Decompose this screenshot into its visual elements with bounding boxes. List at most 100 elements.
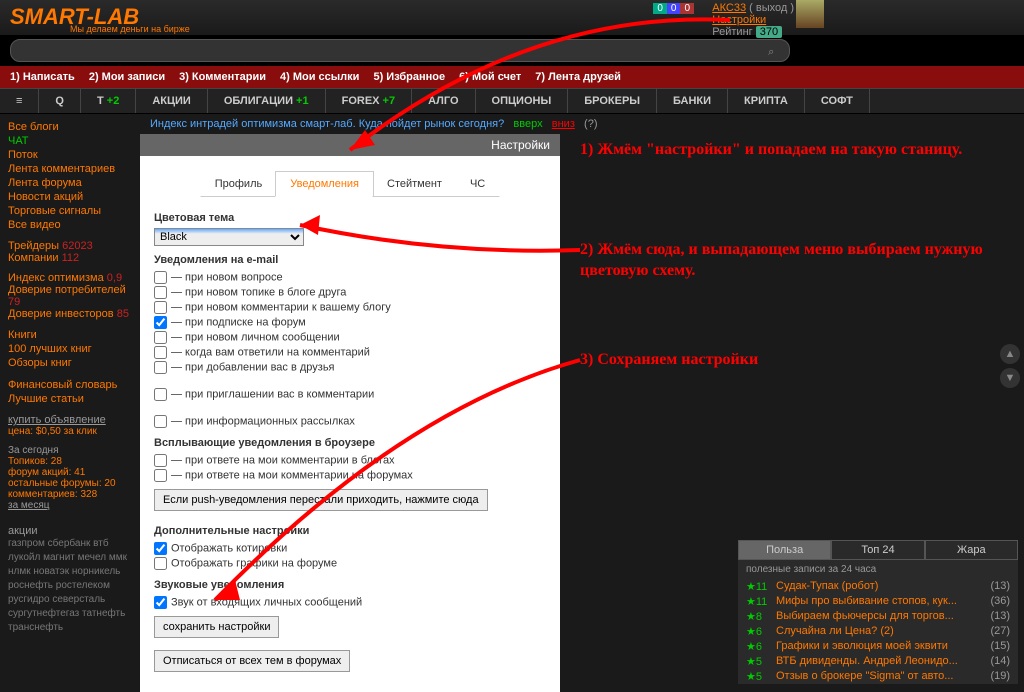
vote-up[interactable]: вверх (513, 118, 542, 130)
red-nav: 1) Написать 2) Мои записи 3) Комментарии 4)… (0, 66, 1024, 88)
stat-companies[interactable]: Компании 112 (8, 252, 132, 264)
rb-item-6[interactable]: ★5Отзыв о брокере "Sigma" от авто...(19) (738, 669, 1018, 684)
stat-dov2[interactable]: Доверие инвесторов 85 (8, 308, 132, 320)
settings-tab-3[interactable]: ЧС (455, 171, 500, 197)
scroll-up-icon[interactable]: ▲ (1000, 344, 1020, 364)
settings-tab-0[interactable]: Профиль (200, 171, 278, 197)
mainnav-item-0[interactable]: ≡ (0, 89, 39, 113)
rb-tab-2[interactable]: Жара (925, 540, 1018, 560)
mainnav-item-6[interactable]: АЛГО (412, 89, 475, 113)
left-link-5[interactable]: Новости акций (8, 190, 132, 204)
tags-cloud[interactable]: газпром сбербанк втб лукойл магнит мечел… (8, 537, 132, 635)
mainnav-item-3[interactable]: АКЦИИ (136, 89, 208, 113)
left-link-4[interactable]: Лента форума (8, 176, 132, 190)
mainnav-item-5[interactable]: FOREX +7 (326, 89, 413, 113)
user-box: АКС33 ( выход ) Настройки Рейтинг 370 (712, 2, 794, 38)
rednav-item-2[interactable]: 3) Комментарии (179, 71, 266, 83)
panel-header: Настройки (140, 134, 560, 156)
mainnav-item-9[interactable]: БАНКИ (657, 89, 728, 113)
book-link-1[interactable]: Обзоры книг (8, 356, 132, 370)
left-link-2[interactable]: Поток (8, 148, 132, 162)
rb-item-5[interactable]: ★5ВТБ дивиденды. Андрей Леонидо...(14) (738, 654, 1018, 669)
popup-opt-0[interactable]: — при ответе на мои комментарии в блогах (154, 453, 546, 468)
rb-item-2[interactable]: ★8Выбираем фьючерсы для торгов...(13) (738, 609, 1018, 624)
theme-select[interactable]: Black (154, 228, 304, 246)
rb-tab-0[interactable]: Польза (738, 540, 831, 560)
settings-tab-2[interactable]: Стейтмент (372, 171, 457, 197)
left-link-7[interactable]: Все видео (8, 218, 132, 232)
save-button[interactable]: сохранить настройки (154, 616, 279, 638)
rb-item-0[interactable]: ★11Судак-Тупак (робот)(13) (738, 579, 1018, 594)
rb-tab-1[interactable]: Топ 24 (831, 540, 924, 560)
badge-3[interactable]: 0 (680, 3, 694, 14)
rb-item-4[interactable]: ★6Графики и эволюция моей эквити(15) (738, 639, 1018, 654)
stat-dov1[interactable]: Доверие потребителей 79 (8, 284, 132, 308)
search-icon[interactable]: ⌕ (768, 46, 774, 59)
rb-item-3[interactable]: ★6Случайна ли Цена? (2)(27) (738, 624, 1018, 639)
mainnav-item-11[interactable]: СОФТ (805, 89, 870, 113)
fin-link-1[interactable]: Лучшие статьи (8, 392, 132, 406)
email-opt-2[interactable]: — при новом комментарии к вашему блогу (154, 300, 546, 315)
books-header: Книги (8, 328, 132, 342)
topic-line: Индекс интрадей оптимизма смарт-лаб. Куд… (140, 114, 1024, 134)
badge-2[interactable]: 0 (667, 3, 681, 14)
fin-link-0[interactable]: Финансовый словарь (8, 378, 132, 392)
badge-1[interactable]: 0 (653, 3, 667, 14)
email-opt-1[interactable]: — при новом топике в блоге друга (154, 285, 546, 300)
sound-header: Звуковые уведомления (154, 579, 546, 591)
rednav-item-6[interactable]: 7) Лента друзей (535, 71, 621, 83)
scroll-down-icon[interactable]: ▼ (1000, 368, 1020, 388)
topic-link[interactable]: Индекс интрадей оптимизма смарт-лаб. Куд… (150, 118, 504, 130)
mainnav-item-2[interactable]: T +2 (81, 89, 136, 113)
mainnav-item-10[interactable]: КРИПТА (728, 89, 805, 113)
mainnav-item-8[interactable]: БРОКЕРЫ (568, 89, 657, 113)
rb-item-1[interactable]: ★11Мифы про выбивание стопов, кук...(36) (738, 594, 1018, 609)
logout-link[interactable]: ( выход ) (749, 2, 794, 14)
settings-link[interactable]: Настройки (712, 14, 766, 26)
username-link[interactable]: АКС33 (712, 2, 746, 14)
help-icon[interactable]: (?) (584, 118, 597, 130)
rednav-item-0[interactable]: 1) Написать (10, 71, 75, 83)
rednav-item-5[interactable]: 6) Мой счет (459, 71, 521, 83)
stat-traders[interactable]: Трейдеры 62023 (8, 240, 132, 252)
email-header: Уведомления на e-mail (154, 254, 546, 266)
rednav-item-4[interactable]: 5) Избранное (373, 71, 445, 83)
popup-opt-1[interactable]: — при ответе на мои комментарии на форум… (154, 468, 546, 483)
search-input[interactable] (10, 39, 790, 62)
email-opt-5[interactable]: — когда вам ответили на комментарий (154, 345, 546, 360)
email-opt-3[interactable]: — при подписке на форум (154, 315, 546, 330)
email-opt-4[interactable]: — при новом личном сообщении (154, 330, 546, 345)
rating-value: 370 (756, 26, 782, 38)
email-opt-6[interactable]: — при добавлении вас в друзья (154, 360, 546, 375)
left-link-0[interactable]: Все блоги (8, 120, 132, 134)
info-opt[interactable]: — при информационных рассылках (154, 414, 546, 429)
main-nav: ≡QT +2АКЦИИОБЛИГАЦИИ +1FOREX +7АЛГООПЦИО… (0, 88, 1024, 114)
rednav-item-3[interactable]: 4) Мои ссылки (280, 71, 359, 83)
invite-opt[interactable]: — при приглашении вас в комментарии (154, 387, 546, 402)
unsubscribe-button[interactable]: Отписаться от всех тем в форумах (154, 650, 350, 672)
mainnav-item-4[interactable]: ОБЛИГАЦИИ +1 (208, 89, 326, 113)
vote-down[interactable]: вниз (552, 118, 575, 130)
left-link-1[interactable]: ЧАТ (8, 134, 132, 148)
mainnav-item-1[interactable]: Q (39, 89, 81, 113)
buy-ad-link[interactable]: купить объявление (8, 414, 106, 426)
sound-opt-0[interactable]: Звук от входящих личных сообщений (154, 595, 546, 610)
avatar[interactable] (796, 0, 824, 28)
left-link-3[interactable]: Лента комментариев (8, 162, 132, 176)
month-link[interactable]: за месяц (8, 500, 50, 511)
extra-opt-0[interactable]: Отображать котировки (154, 541, 546, 556)
email-opt-0[interactable]: — при новом вопросе (154, 270, 546, 285)
push-button[interactable]: Если push-уведомления перестали приходит… (154, 489, 488, 511)
rednav-item-1[interactable]: 2) Мои записи (89, 71, 165, 83)
left-link-6[interactable]: Торговые сигналы (8, 204, 132, 218)
theme-label: Цветовая тема (154, 212, 546, 224)
settings-tabs: ПрофильУведомленияСтейтментЧС (140, 171, 560, 197)
book-link-0[interactable]: 100 лучших книг (8, 342, 132, 356)
stat-idx[interactable]: Индекс оптимизма 0,9 (8, 272, 132, 284)
rating-label: Рейтинг (712, 26, 752, 38)
today-stats: За сегодняТопиков: 28форум акций: 41оста… (8, 445, 132, 511)
extra-header: Дополнительные настройки (154, 525, 546, 537)
settings-tab-1[interactable]: Уведомления (275, 171, 374, 197)
mainnav-item-7[interactable]: ОПЦИОНЫ (476, 89, 569, 113)
extra-opt-1[interactable]: Отображать графики на форуме (154, 556, 546, 571)
